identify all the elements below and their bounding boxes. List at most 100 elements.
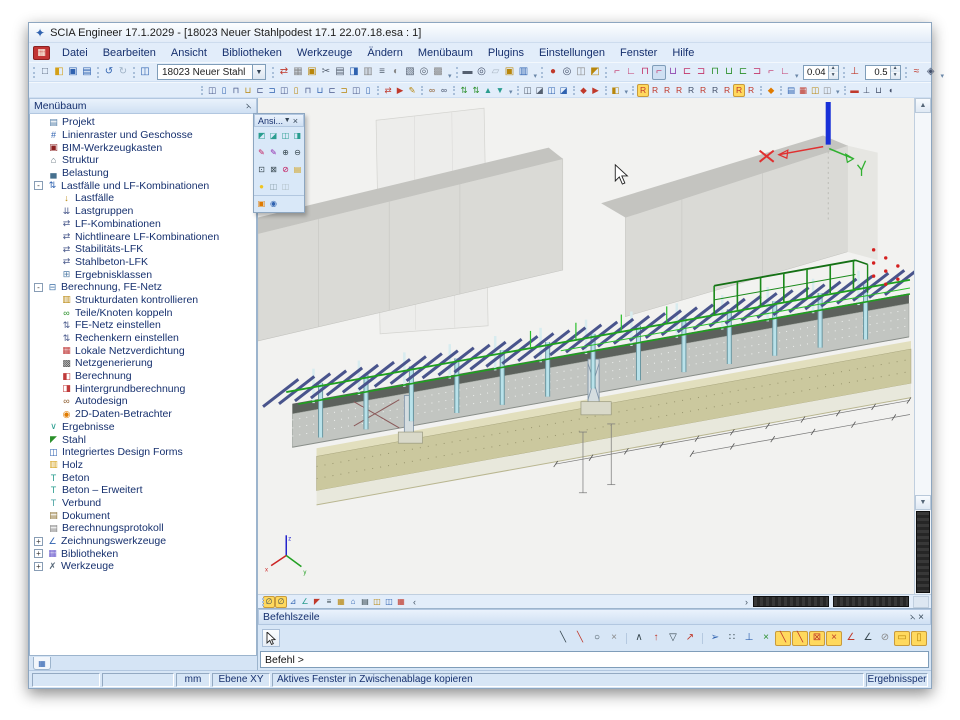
paste-icon[interactable]: ▤ xyxy=(333,65,347,80)
project-select[interactable]: 18023 Neuer Stahl ▼ xyxy=(157,64,266,80)
dark-scrollbar-thumb[interactable] xyxy=(916,511,930,593)
gallery-icon[interactable]: ▣ xyxy=(305,65,319,80)
scale-factor-spinner[interactable]: 0.5 ▲▼ xyxy=(865,65,901,80)
wave-icon[interactable]: ≈ xyxy=(910,65,924,80)
command-input[interactable]: Befehl > xyxy=(260,651,929,668)
zoom-doc-icon[interactable]: ◎ xyxy=(560,65,574,80)
zoom-in-icon[interactable]: ⊕ xyxy=(280,147,291,159)
menu-item-fenster[interactable]: Fenster xyxy=(613,46,664,60)
plane-icon[interactable]: ▶ xyxy=(590,84,602,97)
split-icon[interactable]: ◫ xyxy=(574,65,588,80)
doc-icon[interactable]: ▥ xyxy=(517,65,531,80)
tree-item-lastfälle[interactable]: ↓Lastfälle xyxy=(30,192,256,205)
flag-icon[interactable]: ◤ xyxy=(311,596,323,608)
new-column-icon[interactable]: ∟ xyxy=(624,65,638,80)
scroll-down-icon[interactable]: ▼ xyxy=(915,495,931,510)
selection-cursor-button[interactable] xyxy=(262,629,280,647)
half-icon[interactable]: ◐ xyxy=(389,65,403,80)
save-icon[interactable]: ▤ xyxy=(80,65,94,80)
section-icon-14[interactable]: ▯ xyxy=(362,84,374,97)
report2-icon[interactable]: ▦ xyxy=(797,84,809,97)
target-icon[interactable]: ◎ xyxy=(417,65,431,80)
menu-item-menubaum[interactable]: Menübaum xyxy=(411,46,480,60)
new-frame-icon[interactable]: ⊐ xyxy=(694,65,708,80)
move-up-icon[interactable]: ⇅ xyxy=(458,84,470,97)
binoculars-icon[interactable]: ◎ xyxy=(475,65,489,80)
result-b4-icon[interactable]: R xyxy=(673,84,685,97)
scroll-left-icon[interactable]: ‹ xyxy=(409,597,420,607)
undo-icon[interactable]: ↺ xyxy=(102,65,116,80)
dock-tab-menubaum[interactable]: ▦ xyxy=(33,657,51,670)
chain-icon[interactable]: ∞ xyxy=(426,84,438,97)
raise-icon[interactable]: ▲ xyxy=(482,84,494,97)
result-b5-icon[interactable]: R xyxy=(685,84,697,97)
view-side-icon[interactable]: ◫ xyxy=(280,130,291,142)
tree-item-dokument[interactable]: ▤Dokument xyxy=(30,509,256,522)
toolbar-overflow-icon[interactable]: ▾ xyxy=(509,88,513,96)
section-icon-10[interactable]: ⊔ xyxy=(314,84,326,97)
menu-item-einstellungen[interactable]: Einstellungen xyxy=(532,46,612,60)
close-icon[interactable]: × xyxy=(291,116,300,126)
clip-box2-icon[interactable]: ◫ xyxy=(280,181,291,193)
new-slab-icon[interactable]: ⌐ xyxy=(764,65,778,80)
scroll-right-icon[interactable]: › xyxy=(741,597,752,607)
tree-item-verbund[interactable]: TVerbund xyxy=(30,497,256,510)
result-b7-icon[interactable]: R xyxy=(709,84,721,97)
tree-item-bibliotheken[interactable]: +▦Bibliotheken xyxy=(30,547,256,560)
tree-item-belastung[interactable]: ▄Belastung xyxy=(30,167,256,180)
snap-diag-icon[interactable]: ↗ xyxy=(682,631,698,646)
new-beam-icon[interactable]: ⌐ xyxy=(610,65,624,80)
tree-item-lastgruppen[interactable]: ⇊Lastgruppen xyxy=(30,205,256,218)
copy-window4-icon[interactable]: ◪ xyxy=(558,84,570,97)
tree-item-berechnung-fe-netz[interactable]: -⊟Berechnung, FE-Netz xyxy=(30,281,256,294)
copy-window3-icon[interactable]: ◫ xyxy=(546,84,558,97)
3d-viewport[interactable]: zxy ▲ ▼ xyxy=(258,98,931,594)
3d-canvas[interactable]: zxy xyxy=(258,98,914,594)
new-file-icon[interactable]: □ xyxy=(38,65,52,80)
tree-item-stabilitäts-lfk[interactable]: ⇄Stabilitäts-LFK xyxy=(30,243,256,256)
snap-up-icon[interactable]: ↑ xyxy=(648,631,664,646)
angle-icon[interactable]: ∠ xyxy=(299,596,311,608)
spinner-down-icon[interactable]: ▼ xyxy=(829,72,838,79)
toolbar-overflow-icon[interactable]: ▾ xyxy=(941,72,945,80)
tree-item-nichtlineare-lf-kombinationen[interactable]: ⇄Nichtlineare LF-Kombinationen xyxy=(30,230,256,243)
tree-item-stahlbeton-lfk[interactable]: ⇄Stahlbeton-LFK xyxy=(30,256,256,269)
result-b9-icon[interactable]: R xyxy=(733,84,745,97)
null-elements-icon[interactable]: ∅ xyxy=(263,596,275,608)
expand-icon[interactable]: + xyxy=(34,562,43,571)
new-bracing-icon[interactable]: ⊔ xyxy=(722,65,736,80)
section-icon-13[interactable]: ◫ xyxy=(350,84,362,97)
menu-item-werkzeuge[interactable]: Werkzeuge xyxy=(290,46,359,60)
zoom-factor-spinner[interactable]: 0.04 ▲▼ xyxy=(803,65,839,80)
section-icon-6[interactable]: ⊐ xyxy=(266,84,278,97)
save-view-icon[interactable]: ▤ xyxy=(292,164,303,176)
arc-icon[interactable]: ◖ xyxy=(885,84,897,97)
result-b10-icon[interactable]: R xyxy=(745,84,757,97)
folder-out-icon[interactable]: ◧ xyxy=(610,84,622,97)
snap-ang1-icon[interactable]: ∠ xyxy=(843,631,859,646)
menu-item-bibliotheken[interactable]: Bibliotheken xyxy=(215,46,289,60)
snap-circle-icon[interactable]: ○ xyxy=(589,631,605,646)
new-plate-icon[interactable]: ⌐ xyxy=(652,65,666,80)
zoom-out-icon[interactable]: ⊖ xyxy=(292,147,303,159)
render2-icon[interactable]: ✎ xyxy=(268,147,279,159)
section-icon-1[interactable]: ◫ xyxy=(206,84,218,97)
snap-line-red-icon[interactable]: ╲ xyxy=(572,631,588,646)
toolbar-overflow-icon[interactable]: ▾ xyxy=(625,88,629,96)
sheet-icon[interactable]: ▤ xyxy=(359,596,371,608)
house-icon[interactable]: ⌂ xyxy=(347,596,359,608)
perp-icon[interactable]: ⊥ xyxy=(861,84,873,97)
new-grid-member-icon[interactable]: ⊓ xyxy=(708,65,722,80)
menu-item-datei[interactable]: Datei xyxy=(55,46,95,60)
tree-item-bim-werkzeugkasten[interactable]: ▣BIM-Werkzeugkasten xyxy=(30,141,256,154)
new-haunch-icon[interactable]: ⊏ xyxy=(736,65,750,80)
tree-item-fe-netz-einstellen[interactable]: ⇅FE-Netz einstellen xyxy=(30,319,256,332)
line-icon[interactable]: ▬ xyxy=(849,84,861,97)
section-icon-12[interactable]: ⊐ xyxy=(338,84,350,97)
tree-item-beton[interactable]: TBeton xyxy=(30,471,256,484)
new-member-icon[interactable]: ⊓ xyxy=(638,65,652,80)
snap-delete-icon[interactable]: × xyxy=(606,631,622,646)
copy-window-icon[interactable]: ◫ xyxy=(522,84,534,97)
new-rib-icon[interactable]: ⊔ xyxy=(666,65,680,80)
palette-header[interactable]: Ansi... ▼ × xyxy=(254,114,304,127)
